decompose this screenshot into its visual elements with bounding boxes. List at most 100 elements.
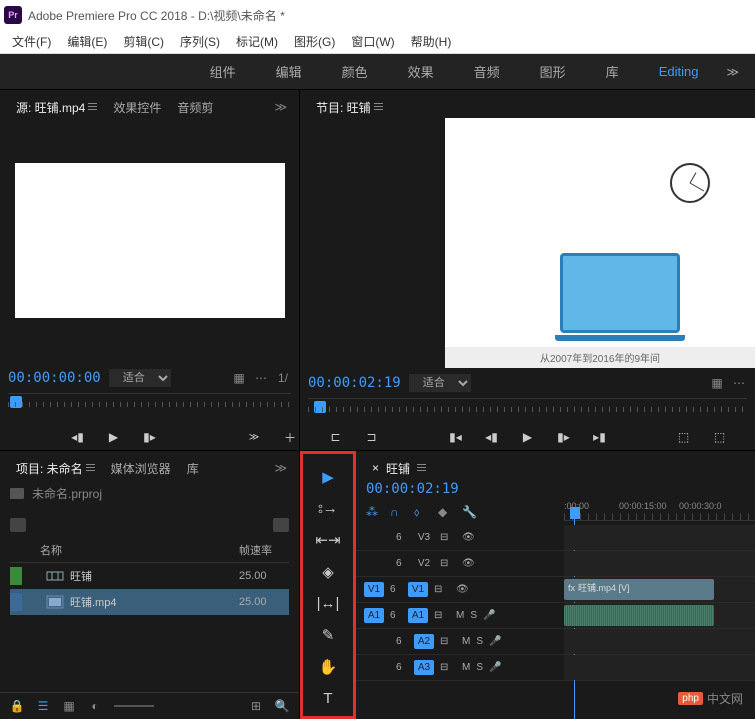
program-fit-dropdown[interactable]: 适合 [409, 374, 471, 392]
zoom-slider[interactable] [114, 705, 154, 707]
menu-sequence[interactable]: 序列(S) [172, 33, 228, 50]
workspace-editing[interactable]: Editing [639, 64, 719, 79]
track-content[interactable] [564, 603, 755, 628]
lock-icon[interactable]: 6 [390, 610, 402, 621]
menu-window[interactable]: 窗口(W) [343, 33, 402, 50]
panel-menu-icon[interactable] [417, 464, 426, 472]
settings-icon[interactable]: ◆ [438, 505, 452, 519]
workspace-editing-cn[interactable]: 编辑 [256, 62, 322, 81]
tab-overflow-icon[interactable]: ≫ [270, 461, 291, 475]
track-label[interactable]: V3 [414, 532, 434, 543]
toggle-output-icon[interactable]: ⊟ [434, 610, 450, 621]
effect-controls-tab[interactable]: 效果控件 [105, 96, 169, 119]
workspace-audio[interactable]: 音频 [454, 62, 520, 81]
step-forward-button[interactable]: ▮▸ [555, 428, 573, 446]
timeline-playhead[interactable] [570, 507, 580, 519]
track-content[interactable] [564, 551, 755, 576]
overflow-icon[interactable]: ⋯ [253, 370, 269, 386]
source-timecode[interactable]: 00:00:00:00 [8, 370, 101, 386]
program-timecode[interactable]: 00:00:02:19 [308, 375, 401, 391]
play-button[interactable]: ▶ [519, 428, 537, 446]
marker-icon[interactable]: ⬨ [414, 505, 428, 519]
mute-button[interactable]: M [462, 662, 470, 673]
play-button[interactable]: ▶ [105, 428, 123, 446]
program-viewer[interactable]: 从2007年到2016年的9年间 [300, 118, 755, 368]
libraries-tab[interactable]: 库 [179, 457, 207, 480]
lift-button[interactable]: ⬚ [675, 428, 693, 446]
solo-button[interactable]: S [476, 662, 483, 673]
eye-icon[interactable]: 👁 [462, 558, 478, 569]
freeform-view-icon[interactable]: ◐ [88, 699, 102, 713]
tab-overflow-icon[interactable]: ≫ [270, 100, 291, 114]
source-viewer[interactable] [0, 118, 299, 363]
list-view-icon[interactable]: ☰ [36, 699, 50, 713]
icon-view-icon[interactable]: ▦ [62, 699, 76, 713]
track-content[interactable] [564, 629, 755, 654]
source-tab[interactable]: 源: 旺铺.mp4 [8, 96, 105, 119]
menu-file[interactable]: 文件(F) [4, 33, 59, 50]
source-ruler[interactable] [8, 393, 291, 407]
toggle-output-icon[interactable]: ⊟ [440, 532, 456, 543]
toggle-output-icon[interactable]: ⊟ [440, 662, 456, 673]
project-tab[interactable]: 项目: 未命名 [8, 457, 103, 480]
lock-icon[interactable]: 6 [390, 584, 402, 595]
menu-edit[interactable]: 编辑(E) [59, 33, 115, 50]
source-patch[interactable]: V1 [364, 582, 384, 597]
mute-button[interactable]: M [462, 636, 470, 647]
selection-tool[interactable]: ▶ [315, 468, 341, 486]
go-to-out-button[interactable]: ▸▮ [591, 428, 609, 446]
step-back-button[interactable]: ◂▮ [69, 428, 87, 446]
track-label[interactable]: A3 [414, 660, 434, 675]
mute-button[interactable]: M [456, 610, 464, 621]
mark-out-button[interactable]: ⊐ [363, 428, 381, 446]
menu-markers[interactable]: 标记(M) [228, 33, 286, 50]
slip-tool[interactable]: |↔| [315, 595, 341, 612]
panel-menu-icon[interactable] [88, 103, 97, 111]
toggle-output-icon[interactable]: ⊟ [440, 558, 456, 569]
voice-over-icon[interactable]: 🎤 [489, 636, 501, 647]
type-tool[interactable]: T [315, 690, 341, 707]
track-label[interactable]: V2 [414, 558, 434, 569]
eye-icon[interactable]: 👁 [462, 532, 478, 543]
timeline-ruler[interactable]: :00:00 00:00:15:00 00:00:30:0 [564, 499, 755, 521]
lock-icon[interactable]: 6 [396, 636, 408, 647]
wrench-icon[interactable]: 🔧 [462, 505, 476, 519]
source-patch[interactable]: A1 [364, 608, 384, 623]
menu-clip[interactable]: 剪辑(C) [115, 33, 172, 50]
button-editor-icon[interactable]: ≫ [245, 428, 263, 446]
media-browser-tab[interactable]: 媒体浏览器 [103, 457, 179, 480]
voice-over-icon[interactable]: 🎤 [489, 662, 501, 673]
track-label[interactable]: A1 [408, 608, 428, 623]
voice-over-icon[interactable]: 🎤 [483, 610, 495, 621]
column-fps[interactable]: 帧速率 [239, 542, 289, 558]
track-content[interactable]: fx旺铺.mp4 [V] [564, 577, 755, 602]
hand-tool[interactable]: ✋ [315, 658, 341, 676]
timeline-tab[interactable]: ×旺铺 [364, 457, 434, 480]
toggle-output-icon[interactable]: ⊟ [434, 584, 450, 595]
track-select-tool[interactable]: ⦂→ [315, 500, 341, 517]
settings-icon[interactable]: ▦ [231, 370, 247, 386]
mark-in-button[interactable]: ⊏ [327, 428, 345, 446]
find-icon[interactable]: 🔍 [275, 699, 289, 713]
settings-icon[interactable]: ▦ [709, 375, 725, 391]
track-label[interactable]: V1 [408, 582, 428, 597]
workspace-libraries[interactable]: 库 [586, 62, 639, 81]
step-forward-button[interactable]: ▮▸ [141, 428, 159, 446]
overflow-icon[interactable]: ⋯ [731, 375, 747, 391]
extract-button[interactable]: ⬚ [711, 428, 729, 446]
pen-tool[interactable]: ✎ [315, 626, 341, 644]
solo-button[interactable]: S [476, 636, 483, 647]
menu-graphics[interactable]: 图形(G) [286, 33, 343, 50]
track-content[interactable] [564, 655, 755, 680]
panel-menu-icon[interactable] [86, 464, 95, 472]
step-back-button[interactable]: ◂▮ [483, 428, 501, 446]
lock-icon[interactable]: 🔒 [10, 699, 24, 713]
program-ruler[interactable] [308, 398, 747, 412]
filter-icon[interactable] [10, 518, 26, 532]
program-tab[interactable]: 节目: 旺铺 [308, 96, 391, 119]
track-content[interactable] [564, 525, 755, 550]
project-row[interactable]: 旺铺.mp4 25.00 [10, 589, 289, 615]
go-to-in-button[interactable]: ▮◂ [447, 428, 465, 446]
audio-clip[interactable] [564, 605, 714, 626]
search-icon[interactable] [273, 518, 289, 532]
